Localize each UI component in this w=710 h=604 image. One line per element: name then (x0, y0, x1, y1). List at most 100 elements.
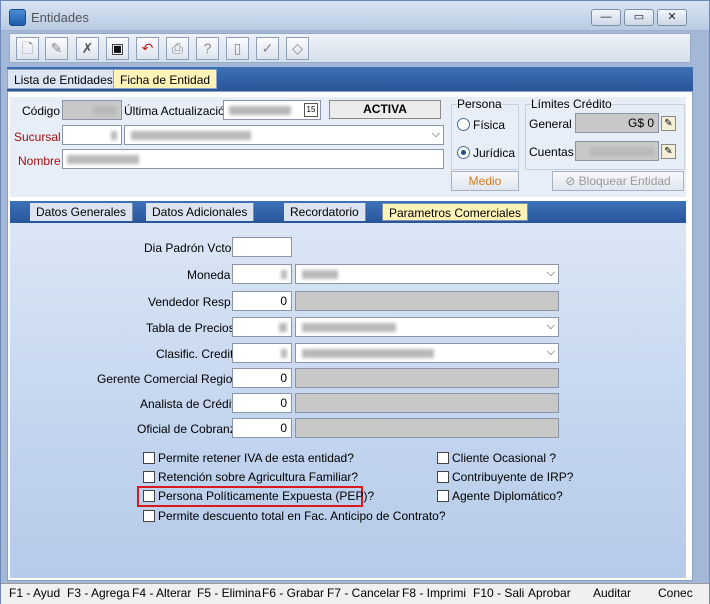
general-label: General (529, 117, 572, 131)
codigo-field[interactable] (62, 100, 122, 120)
analista-label: Analista de Crédito (140, 397, 242, 411)
f3-add-button[interactable]: F3 - Agrega (67, 586, 130, 600)
main-tab-strip: Lista de Entidades Ficha de Entidad (7, 67, 693, 91)
contribuyente-irp-label: Contribuyente de IRP? (452, 470, 574, 484)
oficial-code-field[interactable]: 0 (232, 418, 292, 438)
door-icon[interactable]: ▯ (226, 37, 249, 60)
aprobar-button[interactable]: Aprobar (528, 586, 571, 600)
bloquear-entidad-button[interactable]: ⊘ Bloquear Entidad (552, 171, 684, 191)
vendedor-label: Vendedor Resp. (148, 295, 235, 309)
moneda-select[interactable]: ⌵ (295, 264, 559, 284)
f6-save-button[interactable]: F6 - Grabar (262, 586, 324, 600)
retener-iva-checkbox[interactable] (143, 452, 155, 464)
pep-label: Persona Políticamente Expuesta (PEP)? (158, 489, 375, 503)
close-button[interactable]: ✕ (657, 9, 687, 26)
fisica-radio[interactable] (457, 118, 470, 131)
entidades-window: Entidades — ▭ ✕ 🗋 ✎ ✗ ▣ ↶ ⎙ ? ▯ ✓ ◇ List… (0, 0, 710, 604)
minimize-button[interactable]: — (591, 9, 621, 26)
auditar-button[interactable]: Auditar (593, 586, 631, 600)
agente-diplomatico-checkbox[interactable] (437, 490, 449, 502)
function-key-bar: F1 - Ayud F3 - Agrega F4 - Alterar F5 - … (1, 583, 709, 604)
chevron-down-icon: ⌵ (431, 128, 440, 140)
analista-name-field (295, 393, 559, 413)
tabla-precios-code-field[interactable] (232, 317, 292, 337)
f5-delete-button[interactable]: F5 - Elimina (197, 586, 261, 600)
sucursal-code-field[interactable] (62, 125, 122, 145)
descuento-anticipo-label: Permite descuento total en Fac. Anticipo… (158, 509, 446, 523)
dia-padron-field[interactable] (232, 237, 292, 257)
delete-icon[interactable]: ✗ (76, 37, 99, 60)
tabla-precios-label: Tabla de Precios (146, 321, 235, 335)
clasific-credito-select[interactable]: ⌵ (295, 343, 559, 363)
sub-tab-strip: Datos Generales Datos Adicionales Record… (10, 201, 686, 223)
f1-help-button[interactable]: F1 - Ayud (9, 586, 60, 600)
tab-parametros-comerciales[interactable]: Parametros Comerciales (382, 203, 529, 221)
descuento-anticipo-checkbox[interactable] (143, 510, 155, 522)
print-icon[interactable]: ⎙ (166, 37, 189, 60)
gerente-label: Gerente Comercial Regional (97, 372, 249, 386)
window-title: Entidades (31, 10, 89, 25)
save-icon[interactable]: ▣ (106, 37, 129, 60)
calendar-icon[interactable]: 15 (304, 103, 318, 117)
chevron-down-icon: ⌵ (546, 320, 555, 332)
oficial-label: Oficial de Cobranza (137, 422, 243, 436)
gerente-code-field[interactable]: 0 (232, 368, 292, 388)
new-icon[interactable]: 🗋 (16, 37, 39, 60)
tab-ficha-entidad[interactable]: Ficha de Entidad (113, 69, 218, 89)
vendedor-code-field[interactable]: 0 (232, 291, 292, 311)
cliente-ocasional-label: Cliente Ocasional ? (452, 451, 557, 465)
gerente-name-field (295, 368, 559, 388)
status-badge: ACTIVA (329, 100, 441, 119)
ultima-actualizacion-field[interactable]: 15 (223, 100, 321, 120)
oficial-name-field (295, 418, 559, 438)
edit-icon[interactable]: ✎ (45, 37, 68, 60)
general-value: G$ 0 (575, 113, 659, 133)
clasific-credito-code-field[interactable] (232, 343, 292, 363)
title-bar: Entidades — ▭ ✕ (1, 1, 709, 31)
maximize-button[interactable]: ▭ (624, 9, 654, 26)
medio-button[interactable]: Medio (451, 171, 519, 191)
cuentas-value (575, 141, 659, 161)
block-icon: ⊘ (565, 174, 579, 188)
nombre-field[interactable] (62, 149, 444, 169)
f8-print-button[interactable]: F8 - Imprimi (402, 586, 466, 600)
juridica-label: Jurídica (473, 146, 516, 160)
agricultura-familiar-checkbox[interactable] (143, 471, 155, 483)
tabla-precios-select[interactable]: ⌵ (295, 317, 559, 337)
app-icon (9, 9, 26, 26)
pencil-icon[interactable]: ✎ (661, 144, 676, 159)
f10-exit-button[interactable]: F10 - Sali (473, 586, 524, 600)
nombre-label: Nombre (18, 154, 61, 168)
agente-diplomatico-label: Agente Diplomático? (452, 489, 563, 503)
tab-datos-generales[interactable]: Datos Generales (30, 203, 134, 221)
pencil-icon[interactable]: ✎ (661, 116, 676, 131)
codigo-label: Código (22, 104, 61, 118)
conectar-button[interactable]: Conec (658, 586, 706, 600)
clasific-credito-label: Clasific. Credito (156, 347, 241, 361)
moneda-code-field[interactable] (232, 264, 292, 284)
f7-cancel-button[interactable]: F7 - Cancelar (327, 586, 400, 600)
contribuyente-irp-checkbox[interactable] (437, 471, 449, 483)
persona-label: Persona (457, 97, 502, 111)
tab-recordatorio[interactable]: Recordatorio (284, 203, 366, 221)
dia-padron-label: Dia Padrón Vcto. (144, 241, 235, 255)
undo-icon[interactable]: ↶ (136, 37, 159, 60)
persona-group (451, 104, 519, 170)
fisica-label: Física (473, 118, 506, 132)
eraser-icon[interactable]: ◇ (286, 37, 309, 60)
chevron-down-icon: ⌵ (546, 346, 555, 358)
moneda-label: Moneda (187, 268, 231, 282)
sucursal-select[interactable]: ⌵ (124, 125, 444, 145)
tab-lista-entidades[interactable]: Lista de Entidades (7, 69, 120, 89)
pep-checkbox[interactable] (143, 490, 155, 502)
analista-code-field[interactable]: 0 (232, 393, 292, 413)
cliente-ocasional-checkbox[interactable] (437, 452, 449, 464)
f4-alter-button[interactable]: F4 - Alterar (132, 586, 191, 600)
sucursal-label: Sucursal (14, 130, 61, 144)
tab-datos-adicionales[interactable]: Datos Adicionales (146, 203, 255, 221)
help-icon[interactable]: ? (196, 37, 219, 60)
juridica-radio[interactable] (457, 146, 470, 159)
ultima-actualizacion-label: Última Actualización (124, 104, 232, 118)
check-icon[interactable]: ✓ (256, 37, 279, 60)
agricultura-familiar-label: Retención sobre Agricultura Familiar? (158, 470, 359, 484)
